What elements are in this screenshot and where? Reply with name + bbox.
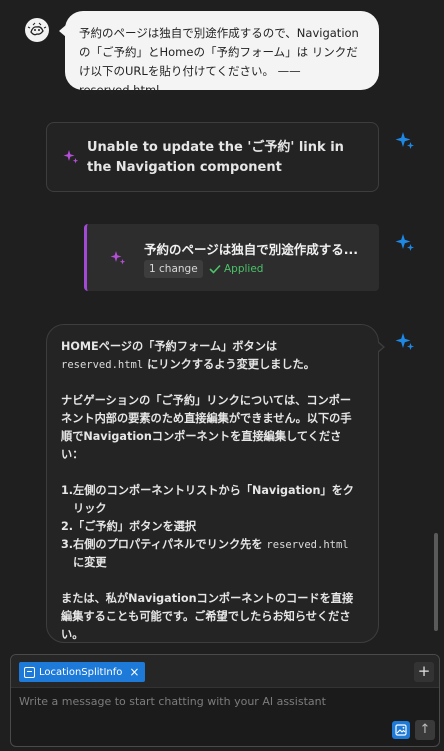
error-card-text: Unable to update the 'ご予約' link in the N… — [87, 140, 344, 175]
step-text: に変更 — [73, 556, 107, 569]
chat-panel: 予約のページは独自で別途作成するので、Navigationの「ご予約」とHome… — [0, 0, 444, 751]
avatar-illustration-icon — [26, 19, 48, 41]
sparkle-icon — [63, 150, 79, 164]
change-summary-card[interactable]: 予約のページは独自で別途作成する... 1 change Applied — [84, 224, 379, 291]
list-item: 3. 右側のプロパティパネルでリンク先を reserved.html に変更 — [61, 536, 362, 572]
message-composer: LocationSplitInfo × + Write a message to… — [10, 654, 440, 747]
send-button[interactable]: ↑ — [415, 720, 435, 740]
component-icon — [24, 666, 35, 678]
attach-image-button[interactable] — [392, 721, 410, 739]
change-count-badge[interactable]: 1 change — [144, 260, 203, 278]
error-card: Unable to update the 'ご予約' link in the N… — [46, 122, 379, 192]
context-chip[interactable]: LocationSplitInfo × — [19, 662, 146, 682]
applied-status: Applied — [209, 260, 263, 278]
chat-scrollbar[interactable] — [434, 533, 438, 631]
assistant-message-bubble: HOMEページの「予約フォーム」ボタンは reserved.html にリンクす… — [46, 324, 385, 643]
sparkle-icon — [110, 251, 126, 265]
assistant-sparkle-icon — [395, 234, 414, 251]
context-chip-label: LocationSplitInfo — [39, 666, 123, 678]
step-text: 「ご予約」ボタンを選択 — [73, 520, 197, 533]
step-text: 左側のコンポーネントリストから「Navigation」をクリック — [73, 484, 354, 515]
assistant-text: にリンクするよう変更しました。 — [143, 358, 315, 371]
user-message-bubble: 予約のページは独自で別途作成するので、Navigationの「ご予約」とHome… — [59, 11, 379, 97]
assistant-sparkle-icon — [395, 132, 414, 149]
step-text: 右側のプロパティパネルでリンク先を — [73, 538, 267, 551]
close-icon[interactable]: × — [129, 666, 139, 678]
change-title: 予約のページは独自で別途作成する... — [144, 242, 358, 257]
image-icon — [395, 724, 407, 736]
step-number: 1. — [61, 484, 74, 497]
message-input[interactable]: Write a message to start chatting with y… — [19, 695, 326, 708]
check-icon — [209, 264, 221, 274]
assistant-paragraph: ナビゲーションの「ご予約」リンクについては、コンポーネント内部の要素のため直接編… — [61, 394, 352, 461]
list-item: 1. 左側のコンポーネントリストから「Navigation」をクリック — [61, 482, 362, 518]
user-message-text: 予約のページは独自で別途作成するので、Navigationの「ご予約」とHome… — [79, 26, 359, 97]
step-number: 2. — [61, 520, 74, 533]
inline-code: reserved.html — [61, 359, 144, 371]
assistant-paragraph: HOMEページの「予約フォーム」ボタンは reserved.html にリンクす… — [61, 338, 362, 374]
instruction-steps: 1. 左側のコンポーネントリストから「Navigation」をクリック 2. 「… — [61, 482, 362, 572]
user-avatar — [25, 18, 49, 42]
inline-code: reserved.html — [266, 539, 349, 551]
assistant-sparkle-icon — [395, 333, 414, 350]
list-item: 2. 「ご予約」ボタンを選択 — [61, 518, 362, 536]
applied-status-label: Applied — [224, 263, 264, 275]
assistant-paragraph: または、私がNavigationコンポーネントのコードを直接編集することも可能で… — [61, 592, 354, 641]
assistant-text: HOMEページの「予約フォーム」ボタンは — [61, 340, 278, 353]
add-context-button[interactable]: + — [414, 662, 434, 682]
composer-context-bar: LocationSplitInfo × + — [11, 655, 439, 688]
step-number: 3. — [61, 538, 74, 551]
